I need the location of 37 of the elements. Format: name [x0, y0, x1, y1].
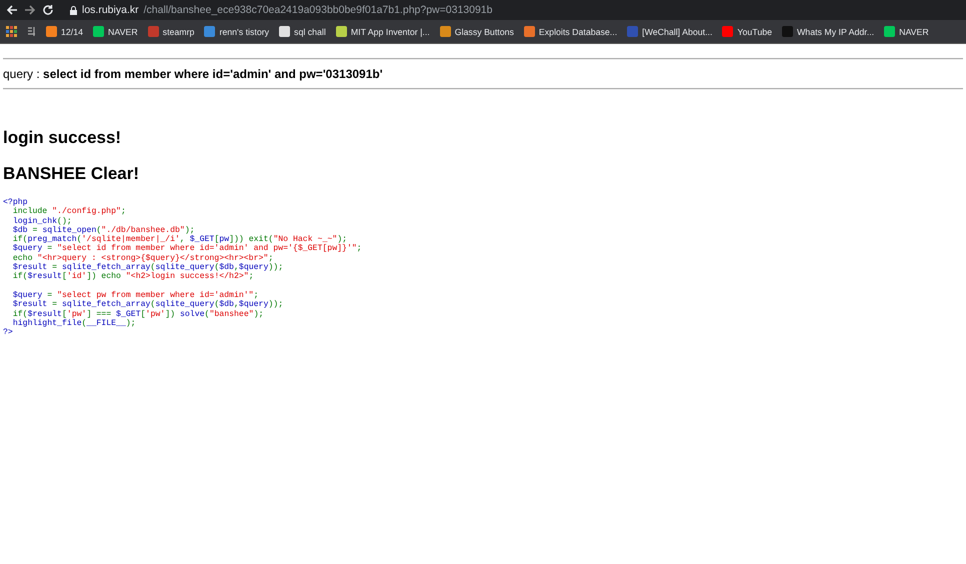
code-line: $result = sqlite_fetch_array(sqlite_query($db,$query));: [12, 300, 284, 310]
forward-arrow-icon[interactable]: [24, 4, 36, 16]
url-path: /chall/banshee_ece938c70ea2419a093bb0be9f01a7b1.php?pw=0313091b: [144, 4, 492, 16]
bookmark[interactable]: Exploits Database...: [524, 26, 618, 37]
bookmark[interactable]: Whats My IP Addr...: [782, 26, 874, 37]
reload-icon[interactable]: [42, 4, 54, 16]
lock-icon: [70, 6, 77, 14]
bookmark[interactable]: NAVER: [93, 26, 138, 37]
code-line: echo "<hr>query : <strong>{$query}</strong><hr><br>";: [12, 254, 274, 263]
bookmark[interactable]: MIT App Inventor |...: [336, 26, 430, 37]
back-arrow-icon[interactable]: [6, 4, 18, 16]
reading-list-icon[interactable]: [27, 26, 36, 36]
apps-grid-icon[interactable]: [6, 26, 17, 37]
bookmark[interactable]: sql chall: [279, 26, 326, 37]
bookmark[interactable]: [WeChall] About...: [627, 26, 712, 37]
bookmark[interactable]: NAVER: [884, 26, 929, 37]
code-line: highlight_file(__FILE__);: [12, 318, 136, 328]
code-line: $query = "select id from member where id='admin' and pw='{$_GET[pw]}'";: [12, 244, 362, 254]
code-line: <?php: [3, 198, 28, 207]
heading: BANSHEE Clear!: [3, 164, 140, 184]
code-line: include "./config.php";: [12, 207, 126, 217]
bookmark[interactable]: Glassy Buttons: [440, 26, 514, 37]
query-text: query : select id from member where id='admin' and pw='0313091b': [3, 67, 384, 81]
code-line: if(preg_match('/sqlite|member|_/i', $_GET[pw])) exit("No Hack ~_~");: [12, 235, 348, 244]
code-line: $query = "select pw from member where id='admin'";: [12, 290, 259, 300]
bookmark[interactable]: YouTube: [722, 26, 772, 37]
code-line: ?>: [3, 328, 13, 338]
code-line: if($result['pw'] === $_GET['pw']) solve("banshee");: [12, 310, 264, 319]
bookmark[interactable]: 12/14: [46, 26, 84, 37]
heading: login success!: [3, 128, 122, 148]
bookmark[interactable]: renn's tistory: [204, 26, 270, 37]
bookmark[interactable]: steamrp: [148, 26, 194, 37]
code-line: if($result['id']) echo "<h2>login success!</h2>";: [12, 272, 254, 282]
code-line: $result = sqlite_fetch_array(sqlite_query($db,$query));: [12, 263, 284, 272]
url-host: los.rubiya.kr: [82, 4, 139, 16]
code-line: login_chk();: [12, 216, 72, 226]
code-line: $db = sqlite_open("./db/banshee.db");: [12, 226, 195, 235]
